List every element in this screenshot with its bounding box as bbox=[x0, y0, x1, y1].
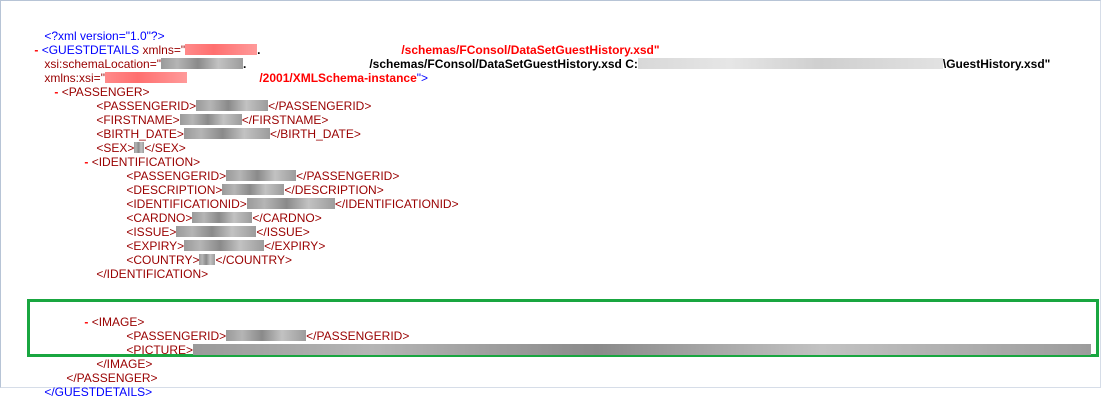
issue-line: <ISSUE> </ISSUE> bbox=[113, 211, 309, 239]
xsi-url: /2001/XMLSchema-instance bbox=[259, 71, 417, 85]
passengerid-line: <PASSENGERID> </PASSENGERID> bbox=[83, 85, 371, 113]
xsi-line: xmlns:xsi=" bbox=[31, 57, 187, 85]
identification-close-line: </IDENTIFICATION> bbox=[83, 253, 208, 281]
schemalocation-path-line: /schemas/FConsol/DataSetGuestHistory.xsd… bbox=[356, 43, 1050, 71]
xmlns-url-line: /schemas/FConsol/DataSetGuestHistory.xsd… bbox=[388, 29, 659, 57]
redacted-value bbox=[637, 58, 943, 69]
cardno-line: <CARDNO> </CARDNO> bbox=[113, 197, 321, 225]
xml-declaration-line: <?xml version="1.0"?> bbox=[31, 15, 164, 43]
country-line: <COUNTRY> </COUNTRY> bbox=[113, 239, 292, 267]
xsi-close: "> bbox=[416, 71, 429, 85]
schemalocation-file: \GuestHistory.xsd" bbox=[942, 57, 1051, 71]
birthdate-line: <BIRTH_DATE> </BIRTH_DATE> bbox=[83, 113, 361, 141]
redacted-picture-data bbox=[193, 344, 1092, 355]
expiry-line: <EXPIRY> </EXPIRY> bbox=[113, 225, 325, 253]
description-line: <DESCRIPTION> </DESCRIPTION> bbox=[113, 169, 383, 197]
birthdate-close-tag: </BIRTH_DATE> bbox=[269, 127, 361, 141]
identificationid-line: <IDENTIFICATIONID> </IDENTIFICATIONID> bbox=[113, 183, 458, 211]
identificationid-close-tag: </IDENTIFICATIONID> bbox=[334, 197, 459, 211]
image-passengerid-line: <PASSENGERID> </PASSENGERID> bbox=[113, 315, 409, 343]
guestdetails-close-tag: </GUESTDETAILS> bbox=[44, 385, 153, 399]
xml-viewer-frame: <?xml version="1.0"?> - <GUESTDETAILS xm… bbox=[0, 0, 1101, 399]
passenger-open-line: - <PASSENGER> bbox=[41, 71, 149, 99]
xmlns-tail: . bbox=[257, 43, 261, 57]
guestdetails-close-line: </GUESTDETAILS> bbox=[31, 371, 152, 399]
schemalocation-line: xsi:schemaLocation=". bbox=[31, 43, 246, 71]
sex-line: <SEX> </SEX> bbox=[83, 127, 185, 155]
guestdetails-open-line: - <GUESTDETAILS xmlns=". bbox=[21, 29, 260, 57]
country-close-tag: </COUNTRY> bbox=[215, 253, 292, 267]
picture-line: <PICTURE> bbox=[113, 329, 1092, 357]
xsi-url-line: /2001/XMLSchema-instance"> bbox=[246, 57, 428, 85]
image-open-line: - <IMAGE> bbox=[71, 301, 144, 329]
identification-open-line: - <IDENTIFICATION> bbox=[71, 141, 200, 169]
identification-passengerid-line: <PASSENGERID> </PASSENGERID> bbox=[113, 155, 399, 183]
firstname-line: <FIRSTNAME> </FIRSTNAME> bbox=[83, 99, 328, 127]
image-close-line: </IMAGE> bbox=[83, 343, 152, 371]
redacted-value bbox=[183, 128, 270, 139]
passenger-close-line: </PASSENGER> bbox=[53, 357, 157, 385]
identification-close-tag: </IDENTIFICATION> bbox=[96, 267, 209, 281]
